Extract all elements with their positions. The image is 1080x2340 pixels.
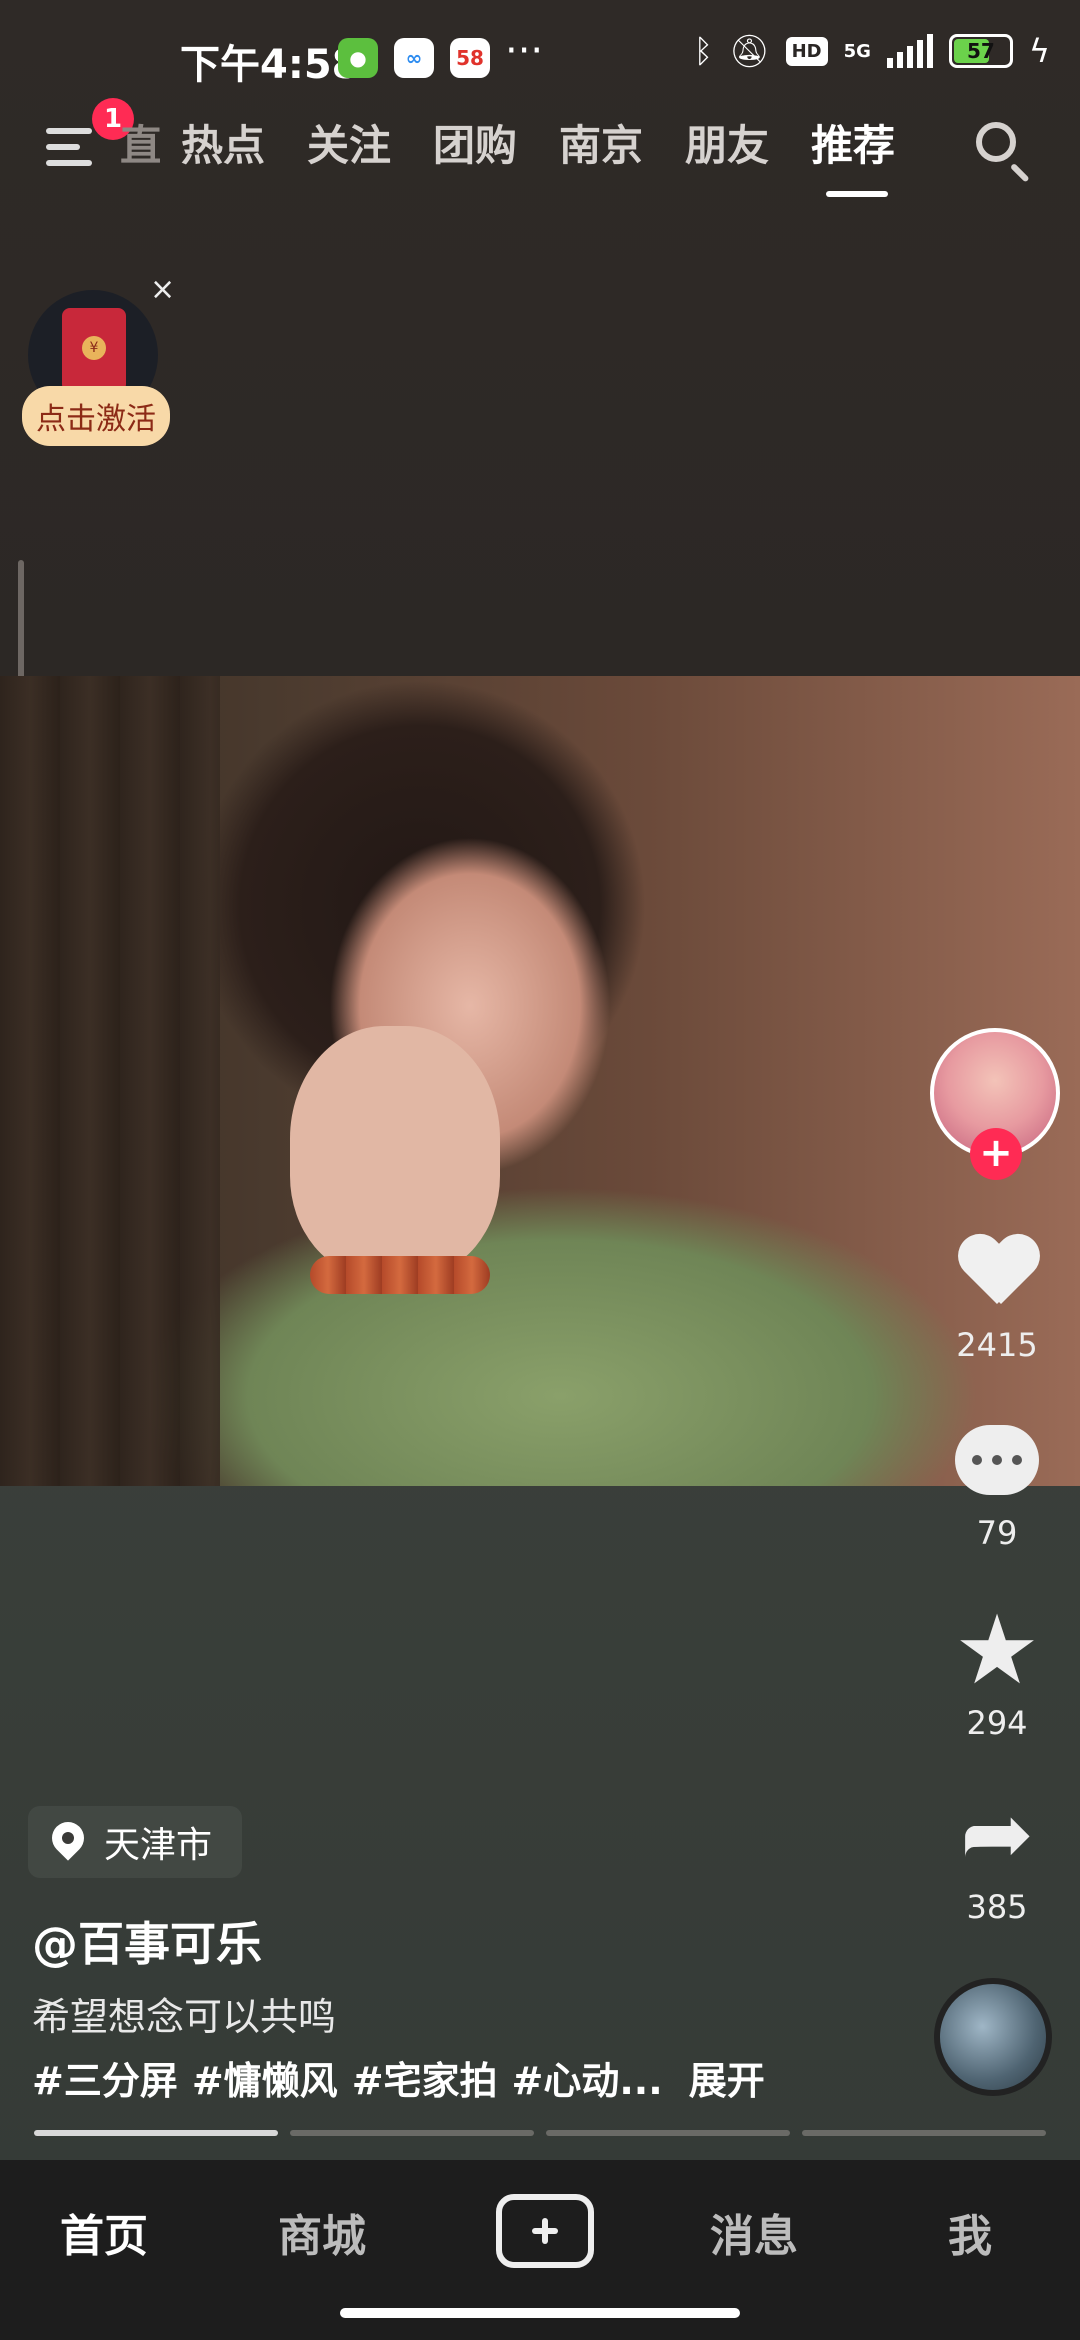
tab-friends[interactable]: 朋友 [664,112,790,173]
red-envelope-icon: ¥ [62,308,126,392]
video-progress[interactable] [34,2130,1080,2136]
star-icon: ★ [953,1594,1041,1706]
progress-segment [34,2130,278,2136]
signal-icon [886,34,933,68]
tab-following[interactable]: 关注 [286,112,412,173]
location-tag[interactable]: 天津市 [28,1806,243,1878]
location-text: 天津市 [104,1825,213,1866]
battery-level: 57 [966,39,995,63]
bluetooth-icon: ᛒ [693,32,713,70]
progress-segment [290,2130,534,2136]
nav-home[interactable]: 首页 [60,2200,148,2264]
tab-recommended[interactable]: 推荐 [790,112,916,197]
hashtag[interactable]: #心动... [512,2050,663,2105]
wechat-notification-icon: ● [338,38,378,78]
charging-icon: ϟ [1028,32,1050,70]
share-count: 385 [966,1888,1028,1926]
share-arrow-icon: ➦ [960,1782,1034,1885]
app-58-notification-icon: 58 [450,38,490,78]
system-icons: ᛒ 🔕︎ HD 5G 57 ϟ [694,32,1050,70]
network-type: 5G [843,40,871,62]
activate-button[interactable]: 点击激活 [22,386,170,446]
more-notifications-icon: ··· [505,28,544,74]
like-count: 2415 [956,1326,1038,1364]
share-button[interactable]: ➦ 385 [937,1782,1057,1927]
music-disc[interactable] [934,1978,1052,2096]
top-tabs: 直 热点 关注 团购 南京 朋友 推荐 [120,112,916,197]
author-name[interactable]: @百事可乐 [32,1908,262,1974]
tab-partial[interactable]: 直 [120,112,160,173]
bracelet [310,1256,490,1294]
cloud-app-notification-icon: ∞ [394,38,434,78]
background-curtain [0,676,220,1486]
tab-nanjing[interactable]: 南京 [538,112,664,173]
favorite-button[interactable]: ★ 294 [937,1600,1057,1742]
favorite-count: 294 [966,1704,1028,1742]
hashtags: #三分屏 #慵懒风 #宅家拍 #心动... 展开 [32,2050,765,2105]
notification-icons: ● ∞ 58 [338,38,490,78]
comment-icon [955,1425,1039,1495]
tab-hot[interactable]: 热点 [160,112,286,173]
progress-segment [802,2130,1046,2136]
progress-segment [546,2130,790,2136]
nav-messages[interactable]: 消息 [710,2200,798,2264]
comment-count: 79 [976,1514,1018,1552]
search-icon[interactable] [972,118,1032,183]
expand-button[interactable]: 展开 [689,2050,765,2105]
nav-me[interactable]: 我 [948,2200,992,2264]
menu-button[interactable] [40,118,100,178]
video-frame[interactable] [0,676,1080,1486]
home-indicator [340,2308,740,2318]
hashtag[interactable]: #慵懒风 [192,2050,338,2105]
hd-icon: HD [785,36,828,66]
video-description: 希望想念可以共鸣 [32,1995,337,2039]
status-time: 下午4:58 [180,42,360,88]
close-promo-icon[interactable]: × [150,272,175,307]
comment-button[interactable]: 79 [937,1410,1057,1552]
hashtag[interactable]: #三分屏 [32,2050,178,2105]
create-plus-icon[interactable] [496,2194,594,2268]
status-bar: 下午4:58 ● ∞ 58 ··· ᛒ 🔕︎ HD 5G 57 ϟ [0,0,1080,120]
follow-button[interactable]: + [970,1128,1022,1180]
mute-bell-icon: 🔕︎ [728,32,770,70]
app-screen: 下午4:58 ● ∞ 58 ··· ᛒ 🔕︎ HD 5G 57 ϟ 1 直 热点… [0,0,1080,2340]
tab-group-buy[interactable]: 团购 [412,112,538,173]
heart-icon [957,1236,1037,1308]
location-pin-icon [52,1822,84,1862]
battery-icon: 57 [948,34,1013,68]
like-button[interactable]: 2415 [937,1222,1057,1364]
hashtag[interactable]: #宅家拍 [352,2050,498,2105]
nav-mall[interactable]: 商城 [278,2200,366,2264]
hand [290,1026,500,1276]
